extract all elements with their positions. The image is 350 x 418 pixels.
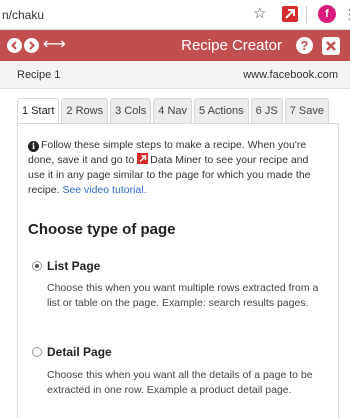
- recipe-site: www.facebook.com: [243, 69, 338, 81]
- back-icon[interactable]: [7, 38, 22, 53]
- data-miner-icon: [137, 153, 149, 164]
- data-miner-extension-icon[interactable]: [282, 6, 298, 22]
- recipe-info-bar: Recipe 1 www.facebook.com: [0, 61, 350, 89]
- detail-page-radio[interactable]: [32, 347, 42, 357]
- list-page-option[interactable]: List Page: [32, 259, 100, 273]
- tab-actions[interactable]: 5 Actions: [194, 98, 249, 124]
- list-page-description: Choose this when you want multiple rows …: [47, 282, 319, 309]
- step-tabs: 1 Start 2 Rows 3 Cols 4 Nav 5 Actions 6 …: [17, 98, 339, 124]
- star-icon[interactable]: ☆: [253, 5, 266, 23]
- more-icon[interactable]: ⋮: [343, 6, 350, 22]
- info-icon: i: [28, 141, 39, 152]
- detail-page-label[interactable]: Detail Page: [47, 345, 112, 359]
- recipe-creator-header: ⟷ Recipe Creator ?: [0, 30, 350, 61]
- url-text[interactable]: n/chaku: [2, 8, 44, 22]
- list-page-radio[interactable]: [32, 261, 42, 271]
- section-title: Choose type of page: [28, 221, 176, 238]
- profile-avatar[interactable]: f: [318, 5, 336, 23]
- close-icon[interactable]: [322, 37, 340, 55]
- help-icon[interactable]: ?: [296, 37, 313, 54]
- browser-url-bar[interactable]: n/chaku ☆ f ⋮: [0, 0, 350, 30]
- start-tab-panel: i Follow these simple steps to make a rec…: [17, 123, 339, 418]
- tab-js[interactable]: 6 JS: [250, 98, 283, 124]
- tab-save[interactable]: 7 Save: [284, 98, 329, 124]
- toolbar-divider: [306, 6, 307, 23]
- forward-icon[interactable]: [24, 38, 39, 53]
- detail-page-option[interactable]: Detail Page: [32, 345, 112, 359]
- list-page-label[interactable]: List Page: [47, 259, 100, 273]
- resize-icon[interactable]: ⟷: [43, 35, 66, 55]
- intro-text: i Follow these simple steps to make a rec…: [28, 138, 328, 198]
- recipe-name: Recipe 1: [17, 69, 61, 81]
- tab-nav[interactable]: 4 Nav: [153, 98, 193, 124]
- video-tutorial-link[interactable]: See video tutorial.: [62, 184, 146, 196]
- tab-start[interactable]: 1 Start: [17, 98, 60, 124]
- tab-cols[interactable]: 3 Cols: [110, 98, 152, 124]
- tab-rows[interactable]: 2 Rows: [61, 98, 109, 124]
- intro-app-name: Data Miner: [150, 154, 202, 166]
- page-title: Recipe Creator: [181, 37, 282, 54]
- detail-page-description: Choose this when you want all the detail…: [47, 369, 313, 396]
